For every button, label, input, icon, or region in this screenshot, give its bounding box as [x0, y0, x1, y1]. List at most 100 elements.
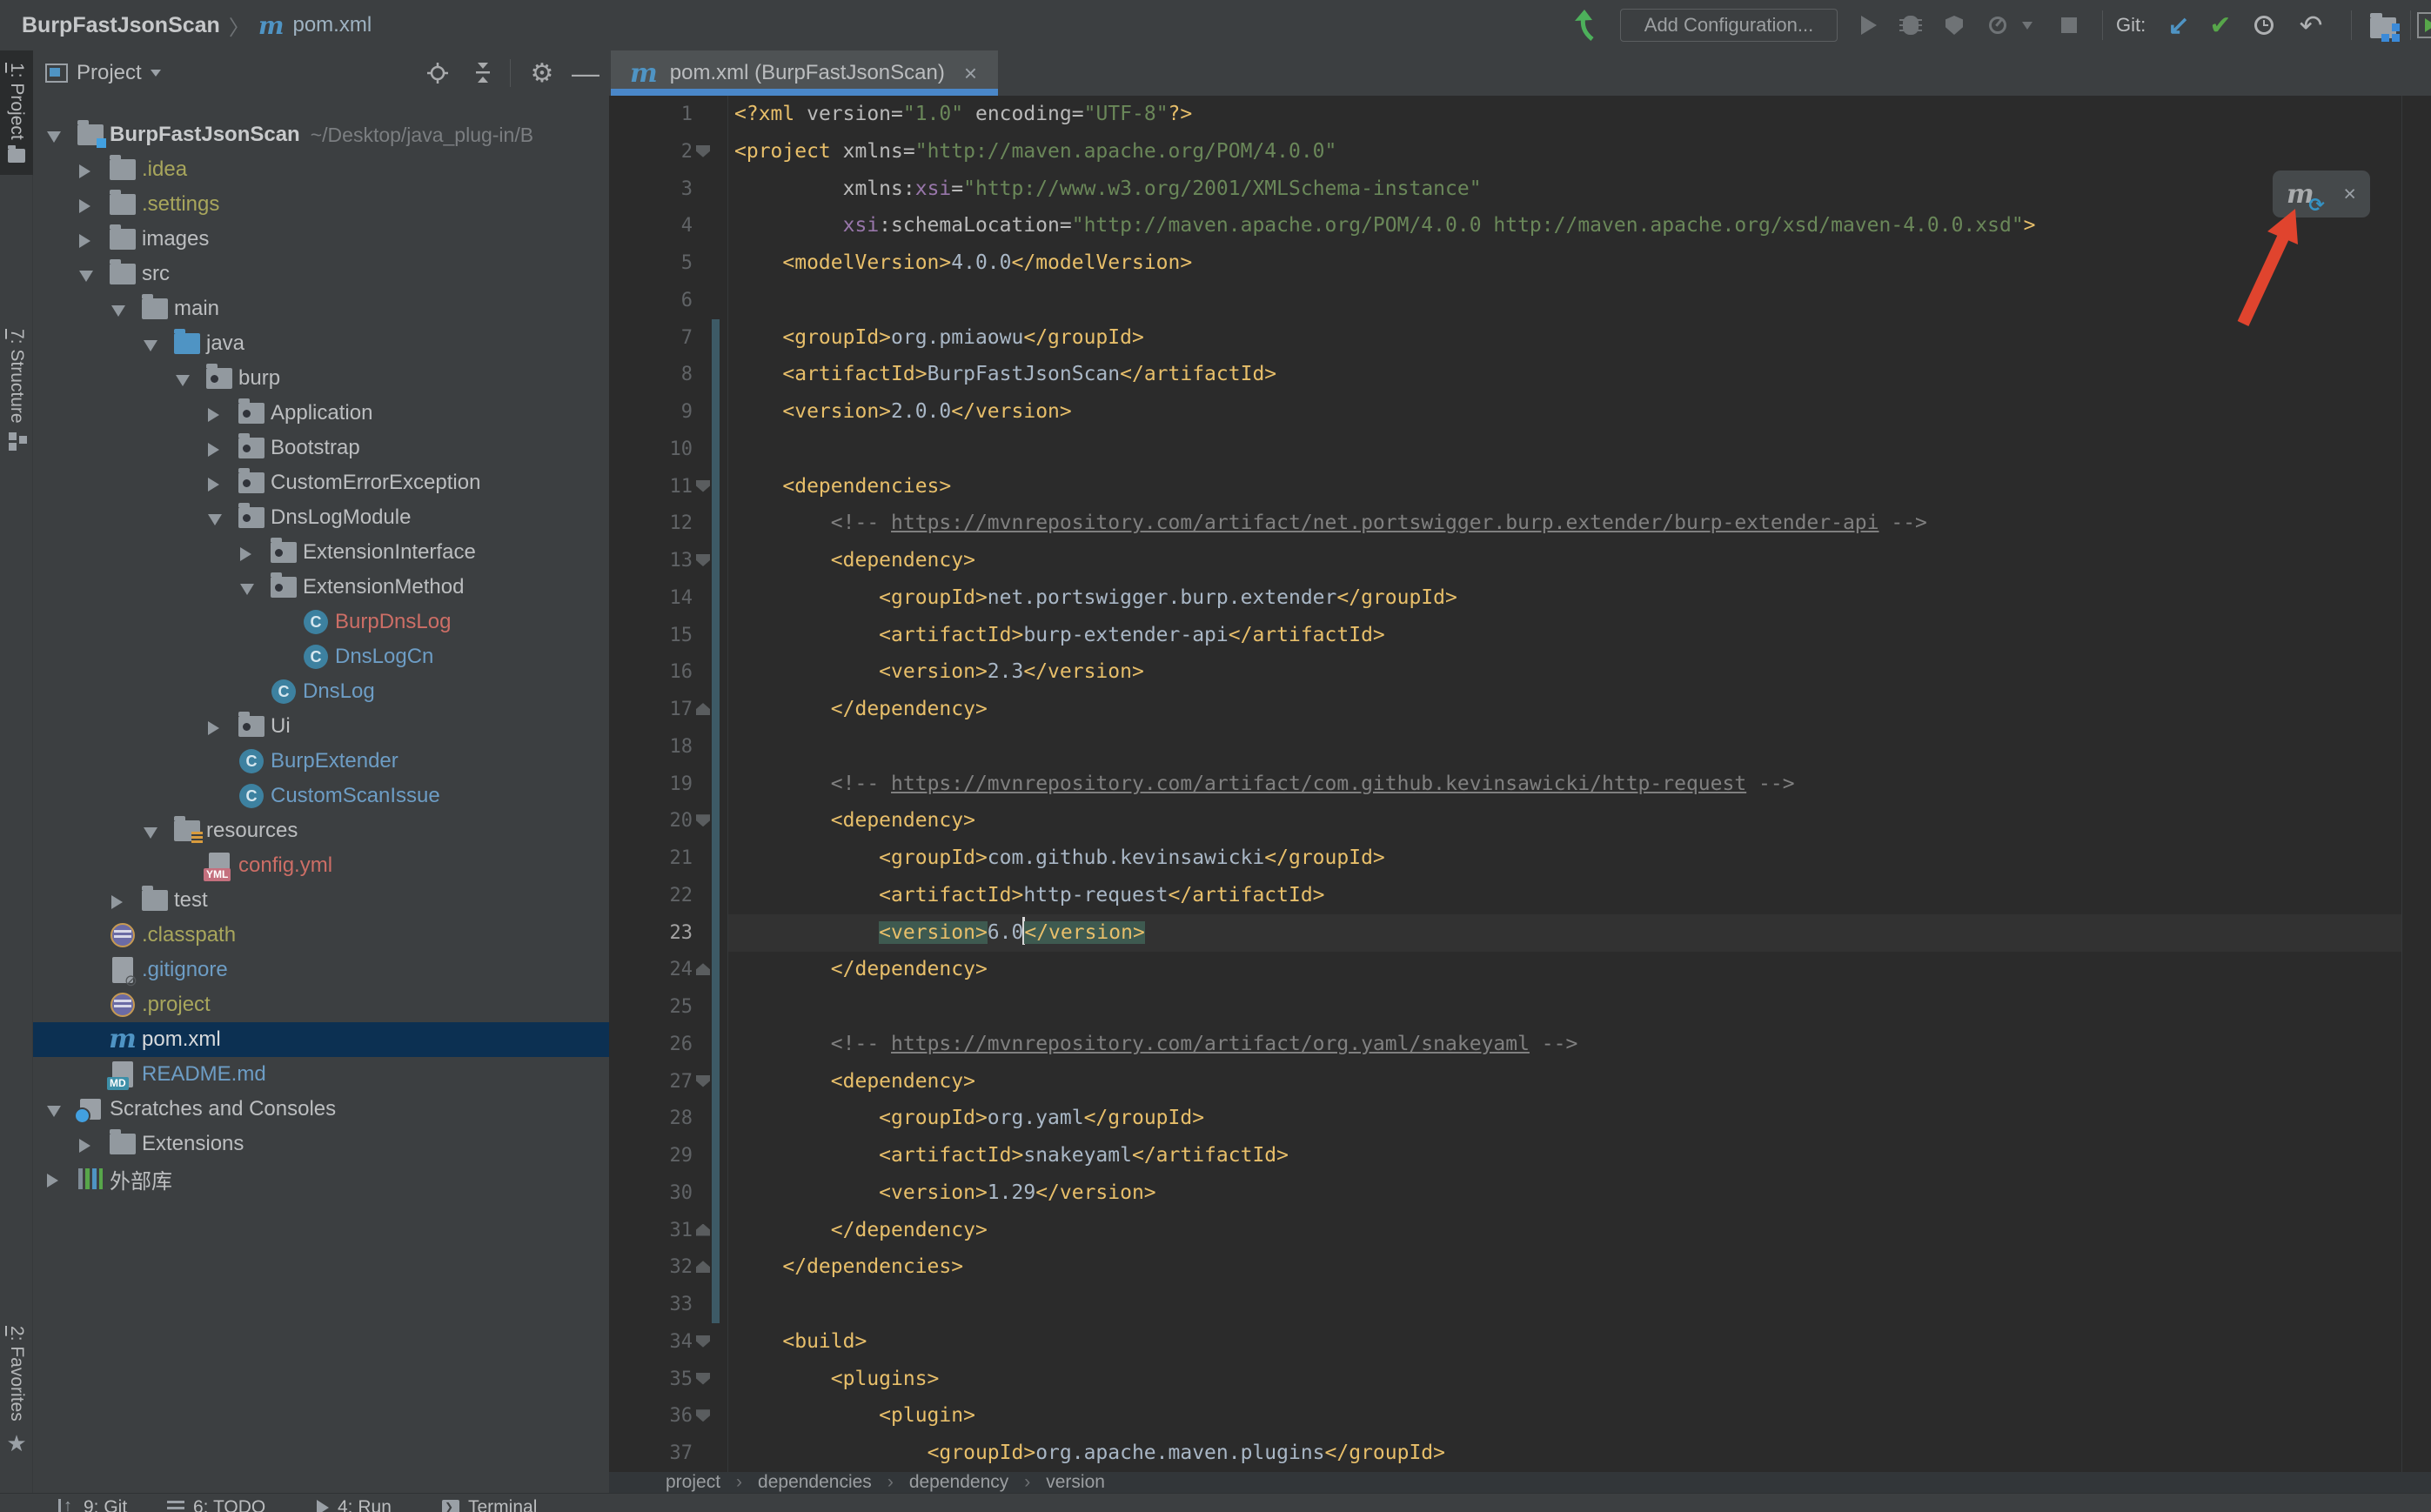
breadcrumb-item-dependency[interactable]: dependency	[909, 1472, 1008, 1493]
editor-line-30[interactable]: <version>1.29</version>	[609, 1174, 2401, 1212]
project-structure-icon[interactable]	[2361, 0, 2405, 50]
chevron-down-icon[interactable]	[176, 375, 190, 386]
tree-item-.settings[interactable]: .settings	[33, 187, 609, 222]
editor-line-9[interactable]: <version>2.0.0</version>	[609, 393, 2401, 431]
chevron-down-icon[interactable]	[79, 271, 93, 282]
chevron-right-icon[interactable]	[79, 1139, 90, 1153]
editor-line-31[interactable]: </dependency>	[609, 1212, 2401, 1249]
editor-line-18[interactable]	[609, 728, 2401, 766]
editor-line-32[interactable]: </dependencies>	[609, 1248, 2401, 1286]
chevron-down-icon[interactable]	[47, 131, 61, 143]
tree-item-.idea[interactable]: .idea	[33, 152, 609, 187]
stripe-button-project[interactable]: 1: Project	[0, 50, 33, 175]
editor-line-13[interactable]: <dependency>	[609, 542, 2401, 579]
git-commit-icon[interactable]: ✔	[2203, 0, 2238, 50]
project-view-selector[interactable]: Project	[45, 50, 161, 96]
statusbar-button-6-TODO[interactable]: 6: TODO	[167, 1497, 265, 1512]
hide-toolbar-arrow-icon[interactable]	[1566, 0, 1604, 50]
editor-line-19[interactable]: <!-- https://mvnrepository.com/artifact/…	[609, 766, 2401, 803]
tree-item-Application[interactable]: Application	[33, 396, 609, 431]
gear-icon[interactable]: ⚙	[527, 50, 557, 96]
stripe-button-favorites[interactable]: 2: Favorites ★	[0, 1326, 33, 1457]
tree-item-DnsLogCn[interactable]: CDnsLogCn	[33, 639, 609, 674]
editor-line-4[interactable]: xsi:schemaLocation="http://maven.apache.…	[609, 207, 2401, 244]
profiler-button-icon[interactable]	[1980, 0, 2015, 50]
tree-item-Ui[interactable]: Ui	[33, 709, 609, 744]
editor-line-5[interactable]: <modelVersion>4.0.0</modelVersion>	[609, 244, 2401, 282]
tree-item-CustomErrorException[interactable]: CustomErrorException	[33, 465, 609, 500]
editor-line-15[interactable]: <artifactId>burp-extender-api</artifactI…	[609, 617, 2401, 654]
run-button-icon[interactable]	[1852, 0, 1886, 50]
tree-item-ExtensionMethod[interactable]: ExtensionMethod	[33, 570, 609, 605]
maven-reload-widget[interactable]: m ×	[2273, 171, 2370, 217]
chevron-right-icon[interactable]	[208, 408, 219, 422]
breadcrumb-item-version[interactable]: version	[1046, 1472, 1105, 1493]
tree-item-README.md[interactable]: MDREADME.md	[33, 1057, 609, 1092]
editor-line-33[interactable]	[609, 1286, 2401, 1323]
editor-line-35[interactable]: <plugins>	[609, 1361, 2401, 1398]
tree-item-BurpExtender[interactable]: CBurpExtender	[33, 744, 609, 779]
tree-item-java[interactable]: java	[33, 326, 609, 361]
chevron-right-icon[interactable]	[208, 443, 219, 457]
chevron-down-icon[interactable]	[240, 584, 254, 595]
tree-item-resources[interactable]: resources	[33, 813, 609, 848]
editor-line-37[interactable]: <groupId>org.apache.maven.plugins</group…	[609, 1435, 2401, 1472]
editor-line-25[interactable]	[609, 988, 2401, 1026]
add-configuration-button[interactable]: Add Configuration...	[1620, 9, 1838, 42]
editor-line-7[interactable]: <groupId>org.pmiaowu</groupId>	[609, 319, 2401, 357]
breadcrumb-item-project[interactable]: project	[666, 1472, 720, 1493]
chevron-down-icon[interactable]	[208, 514, 222, 525]
editor-line-29[interactable]: <artifactId>snakeyaml</artifactId>	[609, 1137, 2401, 1174]
tree-item-pom.xml[interactable]: mpom.xml	[33, 1022, 609, 1057]
editor-line-3[interactable]: xmlns:xsi="http://www.w3.org/2001/XMLSch…	[609, 171, 2401, 208]
chevron-right-icon[interactable]	[79, 164, 90, 178]
tree-item-DnsLog[interactable]: CDnsLog	[33, 674, 609, 709]
chevron-right-icon[interactable]	[111, 895, 123, 909]
profiler-dropdown-icon[interactable]	[2017, 0, 2038, 50]
debug-button-icon[interactable]	[1893, 0, 1928, 50]
code-editor[interactable]: 1234567891011121314151617181920212223242…	[609, 96, 2431, 1472]
chevron-down-icon[interactable]	[144, 340, 157, 351]
editor-line-22[interactable]: <artifactId>http-request</artifactId>	[609, 877, 2401, 914]
chevron-right-icon[interactable]	[240, 547, 251, 561]
rollback-icon[interactable]: ↶	[2292, 0, 2330, 50]
editor-line-10[interactable]	[609, 431, 2401, 468]
editor-line-27[interactable]: <dependency>	[609, 1063, 2401, 1101]
editor-line-8[interactable]: <artifactId>BurpFastJsonScan</artifactId…	[609, 356, 2401, 393]
chevron-down-icon[interactable]	[47, 1106, 61, 1117]
tree-item-burp[interactable]: burp	[33, 361, 609, 396]
chevron-down-icon[interactable]	[111, 305, 125, 317]
tree-item-Bootstrap[interactable]: Bootstrap	[33, 431, 609, 465]
editor-line-12[interactable]: <!-- https://mvnrepository.com/artifact/…	[609, 505, 2401, 542]
edge-run-icon[interactable]	[2417, 12, 2431, 38]
editor-line-28[interactable]: <groupId>org.yaml</groupId>	[609, 1100, 2401, 1137]
editor-line-34[interactable]: <build>	[609, 1323, 2401, 1361]
tree-item-ExtensionInterface[interactable]: ExtensionInterface	[33, 535, 609, 570]
editor-line-21[interactable]: <groupId>com.github.kevinsawicki</groupI…	[609, 840, 2401, 877]
chevron-right-icon[interactable]	[208, 478, 219, 492]
editor-line-16[interactable]: <version>2.3</version>	[609, 653, 2401, 691]
statusbar-button-Terminal[interactable]: Terminal	[442, 1497, 537, 1512]
hide-panel-minus-icon[interactable]: —	[571, 50, 600, 96]
statusbar-button-4-Run[interactable]: 4: Run	[317, 1497, 392, 1512]
tree-item-BurpDnsLog[interactable]: CBurpDnsLog	[33, 605, 609, 639]
collapse-all-icon[interactable]	[470, 50, 496, 96]
editor-line-14[interactable]: <groupId>net.portswigger.burp.extender</…	[609, 579, 2401, 617]
editor-line-1[interactable]: <?xml version="1.0" encoding="UTF-8"?>	[609, 96, 2401, 133]
editor-line-17[interactable]: </dependency>	[609, 691, 2401, 728]
tree-item-Extensions[interactable]: Extensions	[33, 1127, 609, 1161]
editor-line-6[interactable]	[609, 282, 2401, 319]
tree-item-config.yml[interactable]: YMLconfig.yml	[33, 848, 609, 883]
chevron-right-icon[interactable]	[79, 199, 90, 213]
tree-item-src[interactable]: src	[33, 257, 609, 291]
editor-line-11[interactable]: <dependencies>	[609, 468, 2401, 505]
tree-item-DnsLogModule[interactable]: DnsLogModule	[33, 500, 609, 535]
tree-item-外部库[interactable]: 外部库	[33, 1161, 609, 1196]
tree-item-BurpFastJsonScan[interactable]: BurpFastJsonScan~/Desktop/java_plug-in/B	[33, 117, 609, 152]
chevron-right-icon[interactable]	[47, 1174, 58, 1188]
chevron-right-icon[interactable]	[79, 234, 90, 248]
tree-item-images[interactable]: images	[33, 222, 609, 257]
history-clock-icon[interactable]	[2247, 0, 2281, 50]
tree-item-CustomScanIssue[interactable]: CCustomScanIssue	[33, 779, 609, 813]
stripe-button-structure[interactable]: 7: Structure	[0, 329, 33, 447]
